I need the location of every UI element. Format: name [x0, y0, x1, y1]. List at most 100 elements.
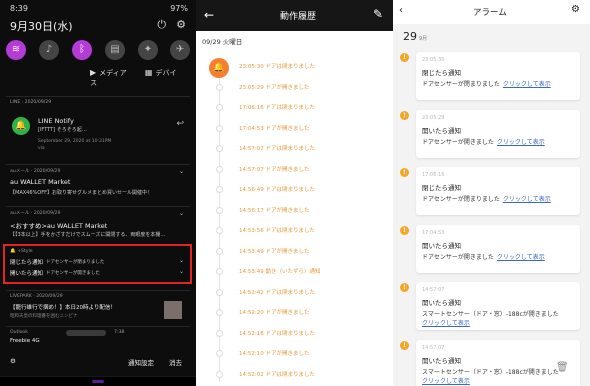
airplane-toggle-icon[interactable]: ✈ — [170, 40, 190, 60]
timeline-dot — [216, 268, 223, 275]
home-pill[interactable] — [92, 380, 104, 383]
chevron-left-icon[interactable]: ‹ — [399, 5, 403, 16]
view-link[interactable]: クリックして表示 — [422, 378, 470, 385]
history-row-text: 17:06:16 ドアは閉まりました — [239, 105, 315, 111]
alarm-card[interactable]: 23:05:30 閉じたら通知 ドアセンサーが閉まりました クリックして表示 — [416, 52, 580, 100]
redacted-block — [66, 330, 106, 336]
warning-icon: ! — [400, 283, 409, 292]
history-row-text: 17:04:53 ドアが開きました — [239, 125, 310, 132]
view-link[interactable]: クリックして表示 — [497, 254, 545, 261]
timeline-dot — [216, 227, 223, 234]
history-row-text: 14:52:18 ドアは閉まりました — [239, 330, 315, 337]
alarm-card[interactable]: 17:06:16 閉じたら通知 ドアセンサーが閉まりました クリックして表示 — [416, 167, 580, 215]
back-arrow-icon[interactable]: ← — [204, 8, 214, 22]
notification-text: 【【3本以上】手をかざすだけでスムーズに開閉する、両眼度を本棚… — [10, 232, 166, 238]
alarm-title: 開いたら通知 — [422, 299, 461, 307]
alarm-body-text: スマートセンサー（ドア・窓）-188cが開きました — [422, 368, 559, 376]
alarm-title: 開いたら通知 — [422, 356, 461, 365]
notification-line[interactable]: LINE · 2020/09/29 🔔 LINE Notify [IFTTT] … — [6, 96, 190, 160]
timeline-dot — [216, 83, 223, 91]
wifi-toggle-icon[interactable]: ≋ — [6, 40, 26, 60]
settings-cog-icon[interactable]: ⚙ — [10, 357, 16, 365]
history-row[interactable]: 14:52:10 ドアが開きました — [196, 348, 393, 360]
nav-bar — [0, 376, 196, 386]
alarm-title: 開いたら通知 — [422, 241, 461, 250]
bluetooth-toggle-icon[interactable]: ᛒ — [72, 40, 92, 60]
activity-history-panel: ← 動作履歴 ✎ 09/29 火曜日 🔔 23:05:30 ドアは閉まりました 23… — [196, 0, 393, 386]
notification-subtext: September 29, 2020 at 10:31PM — [38, 139, 112, 144]
notification-text: 昭和天皇の料理番を囲むニンピナ — [10, 314, 78, 319]
shade-date: 9月30日(水) — [10, 20, 73, 33]
alarm-time: 17:04:53 — [422, 229, 445, 236]
history-row[interactable]: 14:57:07 ドアが開きました — [196, 164, 393, 176]
timeline-dot — [216, 370, 223, 378]
alarm-body-text: ドアセンサーが閉まりました — [422, 196, 500, 203]
alarm-body-text: ドアセンサーが開きました — [422, 253, 494, 261]
alarm-time: 23:05:30 — [422, 57, 445, 63]
history-row[interactable]: 14:52:18 ドアは閉まりました — [196, 328, 393, 340]
view-link[interactable]: クリックして表示 — [497, 139, 545, 146]
view-link[interactable]: クリックして表示 — [503, 81, 551, 88]
sim-toggle-icon[interactable]: ▤ — [105, 40, 125, 60]
history-row[interactable]: 14:53:56 ドアは閉まりました — [196, 225, 393, 237]
chevron-down-icon[interactable]: ⌄ — [179, 168, 184, 175]
history-row[interactable]: 14:53:49 動き（いたずら）通知 — [196, 266, 393, 278]
notification-header: LINE · 2020/09/29 — [10, 100, 52, 105]
chevron-down-icon[interactable]: ⌄ — [179, 210, 184, 217]
status-bar: 8:39 97% — [10, 4, 188, 16]
history-row[interactable]: 14:52:02 ドアは閉まりました — [196, 369, 393, 381]
notification-outlook[interactable]: Outlook 7:38 Freebie 4G — [6, 326, 190, 346]
alarm-body: スマートセンサー（ドア・窓）-188cが開きました — [422, 309, 559, 318]
history-row-text: 14:52:10 ドアが開きました — [239, 351, 310, 357]
history-row[interactable]: 14:52:20 ドアが開きました — [196, 307, 393, 319]
gear-icon[interactable]: ⚙ — [571, 4, 580, 15]
history-row[interactable]: 🔔 23:05:30 ドアは閉まりました — [196, 58, 393, 78]
timeline-dot — [216, 186, 223, 193]
history-row[interactable]: 17:04:53 ドアが開きました — [196, 123, 393, 135]
view-link[interactable]: クリックして表示 — [422, 320, 470, 327]
alarm-card[interactable]: 17:04:53 開いたら通知ドアセンサーが開きました クリックして表示 — [416, 224, 580, 273]
notification-aumail[interactable]: auメール · 2020/09/29 <おすすめ>au WALLET Marke… — [6, 206, 190, 242]
alarm-body-text: スマートセンサー（ドア・窓）-188cが開きました — [422, 311, 559, 318]
notification-aumail[interactable]: auメール · 2020/09/29 au WALLET Market 【MAX… — [6, 164, 190, 202]
alarm-link-row: クリックして表示 — [422, 318, 470, 327]
notification-livepark[interactable]: LIVEPARK · 2020/09/29 【龍行雄行で掴め！】本日20時より配… — [6, 290, 190, 324]
notification-header: Outlook — [10, 330, 28, 335]
history-row-text: 14:53:56 ドアは閉まりました — [239, 228, 315, 234]
history-row[interactable]: 23:05:29 ドアが開きました — [196, 82, 393, 94]
reply-icon[interactable]: ↩ — [176, 119, 184, 129]
trash-icon[interactable]: 🗑 — [556, 362, 569, 373]
history-header: ← 動作履歴 ✎ — [196, 0, 393, 31]
notification-header: LIVEPARK · 2020/09/29 — [10, 294, 63, 299]
warning-icon: ! — [400, 340, 409, 350]
quick-settings-row: ≋ ♪ ᛒ ▤ ✦ ✈ — [6, 40, 190, 60]
history-row[interactable]: 14:56:49 ドアは閉まりました — [196, 184, 393, 196]
timeline-dot — [216, 288, 223, 296]
history-row-text: 14:52:42 ドアは閉まりました — [239, 289, 315, 296]
mute-toggle-icon[interactable]: ♪ — [39, 40, 59, 60]
shade-top-icons: ⏻ ⚙ — [147, 18, 186, 32]
warning-icon: ! — [400, 168, 409, 177]
power-icon[interactable]: ⏻ — [157, 18, 166, 31]
notification-time: 7:38 — [114, 330, 125, 335]
history-row[interactable]: 14:56:17 ドアが開きました — [196, 205, 393, 217]
gear-icon[interactable]: ⚙ — [176, 18, 186, 31]
notification-text: 【MAX46%OFF】お取り寄せグルメまとめ買いセール開催中！ — [10, 190, 152, 196]
alarm-card[interactable]: 14:57:07 開いたら通知 スマートセンサー（ドア・窓）-188cが開きましたク… — [416, 282, 580, 330]
alarm-header: ‹ アラーム ⚙ — [393, 0, 590, 24]
view-link[interactable]: クリックして表示 — [503, 196, 551, 203]
media-button[interactable]: ▶ メディア — [90, 68, 127, 77]
notification-shade-panel: 8:39 97% 9月30日(水) ⏻ ⚙ ≋ ♪ ᛒ ▤ ✦ ✈ ▶ メディア ▦… — [0, 0, 196, 386]
shade-bottom-bar: ⚙ 通知設定 消去 — [0, 357, 196, 369]
pencil-icon[interactable]: ✎ — [373, 7, 383, 21]
clear-all-button[interactable]: 消去 — [169, 357, 182, 367]
history-row[interactable]: 14:52:42 ドアは閉まりました — [196, 287, 393, 299]
alarm-card[interactable]: 23:05:29 開いたら通知 ドアセンサーが開きました クリックして表示 — [416, 109, 580, 158]
history-row-text: 23:05:30 ドアは閉まりました — [239, 64, 315, 70]
notification-settings-button[interactable]: 通知設定 — [128, 357, 154, 367]
history-row-text: 23:05:29 ドアが開きました — [239, 84, 310, 91]
history-row[interactable]: 14:53:49 ドアが開きました — [196, 246, 393, 258]
history-row[interactable]: 17:06:16 ドアは閉まりました — [196, 102, 393, 114]
flashlight-toggle-icon[interactable]: ✦ — [138, 40, 158, 60]
history-row[interactable]: 14:57:07 ドアは閉まりました — [196, 143, 393, 155]
